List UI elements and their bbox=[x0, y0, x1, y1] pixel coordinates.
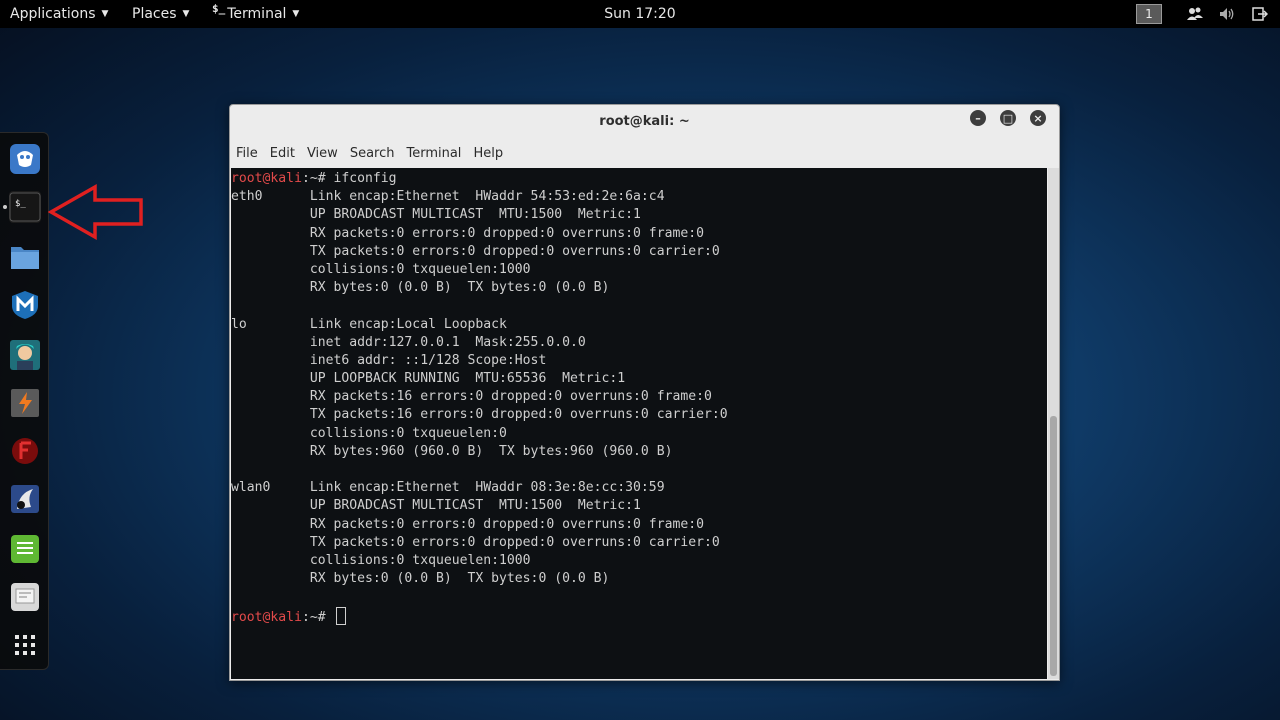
output-line: TX packets:0 errors:0 dropped:0 overruns… bbox=[231, 243, 720, 259]
top-bar: Applications ▼ Places ▼ $_ Terminal ▼ Su… bbox=[0, 0, 1280, 28]
terminal-window: root@kali: ~ – □ × File Edit View Search… bbox=[229, 104, 1060, 681]
faraday-icon[interactable] bbox=[9, 435, 41, 467]
files-icon[interactable] bbox=[9, 241, 41, 273]
armitage-icon[interactable] bbox=[9, 339, 41, 371]
command-line: root@kali:~# ifconfig bbox=[231, 170, 1047, 188]
menu-terminal[interactable]: Terminal bbox=[400, 143, 467, 167]
applications-label: Applications bbox=[10, 6, 96, 22]
terminal-app-label: Terminal bbox=[227, 6, 287, 22]
power-menu-icon[interactable] bbox=[1248, 3, 1270, 25]
output-line: UP LOOPBACK RUNNING MTU:65536 Metric:1 bbox=[231, 371, 626, 387]
output-line: RX packets:0 errors:0 dropped:0 overruns… bbox=[231, 516, 704, 532]
output-line: inet6 addr: ::1/128 Scope:Host bbox=[231, 352, 547, 368]
window-titlebar[interactable]: root@kali: ~ – □ × bbox=[230, 105, 1059, 141]
show-apps-icon[interactable] bbox=[9, 629, 41, 661]
kali-menu-icon[interactable] bbox=[9, 143, 41, 175]
output-line: wlan0 Link encap:Ethernet HWaddr 08:3e:8… bbox=[231, 480, 681, 496]
terminal-icon: $_ bbox=[212, 1, 226, 15]
output-line: RX packets:16 errors:0 dropped:0 overrun… bbox=[231, 389, 712, 405]
output-line: inet addr:127.0.0.1 Mask:255.0.0.0 bbox=[231, 334, 586, 350]
chevron-down-icon: ▼ bbox=[292, 9, 300, 19]
terminal-scrollbar[interactable] bbox=[1048, 168, 1059, 679]
places-label: Places bbox=[132, 6, 177, 22]
output-line: collisions:0 txqueuelen:0 bbox=[231, 425, 515, 441]
output-line: lo Link encap:Local Loopback bbox=[231, 316, 523, 332]
dock: $_ bbox=[0, 132, 49, 670]
maximize-icon: □ bbox=[1002, 111, 1014, 125]
output-line: TX packets:0 errors:0 dropped:0 overruns… bbox=[231, 534, 720, 550]
terminal-icon[interactable]: $_ bbox=[9, 191, 41, 223]
output-line: TX packets:16 errors:0 dropped:0 overrun… bbox=[231, 407, 728, 423]
menu-help[interactable]: Help bbox=[467, 143, 509, 167]
output-line: collisions:0 txqueuelen:1000 bbox=[231, 552, 539, 568]
maximize-button[interactable]: □ bbox=[1000, 110, 1016, 126]
prompt-suffix: :~# bbox=[301, 171, 334, 186]
places-menu[interactable]: Places ▼ bbox=[122, 0, 199, 28]
prompt-suffix: :~# bbox=[301, 609, 334, 625]
burpsuite-icon[interactable] bbox=[9, 387, 41, 419]
output-line: collisions:0 txqueuelen:1000 bbox=[231, 261, 539, 277]
scrollbar-thumb[interactable] bbox=[1050, 416, 1057, 676]
notes-icon[interactable] bbox=[9, 533, 41, 565]
annotation-arrow-icon bbox=[48, 184, 143, 240]
users-icon[interactable] bbox=[1184, 3, 1206, 25]
output-line: eth0 Link encap:Ethernet HWaddr 54:53:ed… bbox=[231, 189, 681, 205]
active-app-indicator bbox=[3, 205, 7, 209]
close-icon: × bbox=[1033, 111, 1043, 125]
menu-edit[interactable]: Edit bbox=[264, 143, 301, 167]
output-line: RX bytes:960 (960.0 B) TX bytes:960 (960… bbox=[231, 443, 673, 459]
command-text: ifconfig bbox=[333, 171, 397, 186]
maltego-icon[interactable] bbox=[9, 483, 41, 515]
prompt-user: root@kali bbox=[231, 609, 302, 625]
close-button[interactable]: × bbox=[1030, 110, 1046, 126]
menu-search[interactable]: Search bbox=[344, 143, 401, 167]
workspace-indicator[interactable]: 1 bbox=[1136, 4, 1162, 24]
menu-view[interactable]: View bbox=[301, 143, 344, 167]
metasploit-icon[interactable] bbox=[9, 289, 41, 321]
terminal-output[interactable]: root@kali:~# ifconfig eth0 Link encap:Et… bbox=[231, 168, 1047, 679]
window-title: root@kali: ~ bbox=[599, 114, 690, 129]
chevron-down-icon: ▼ bbox=[182, 9, 190, 19]
text-cursor bbox=[335, 606, 346, 625]
menu-file[interactable]: File bbox=[230, 143, 264, 167]
system-tray: 1 bbox=[1136, 0, 1280, 28]
app-icon[interactable] bbox=[9, 581, 41, 613]
minimize-icon: – bbox=[975, 111, 981, 125]
output-block: eth0 Link encap:Ethernet HWaddr 54:53:ed… bbox=[231, 188, 1047, 606]
output-line: RX packets:0 errors:0 dropped:0 overruns… bbox=[231, 225, 704, 241]
volume-icon[interactable] bbox=[1216, 3, 1238, 25]
output-line: UP BROADCAST MULTICAST MTU:1500 Metric:1 bbox=[231, 498, 641, 514]
svg-text:$_: $_ bbox=[15, 199, 26, 209]
terminal-app-menu[interactable]: $_ Terminal ▼ bbox=[202, 0, 309, 28]
applications-menu[interactable]: Applications ▼ bbox=[0, 0, 118, 28]
chevron-down-icon: ▼ bbox=[101, 9, 109, 19]
minimize-button[interactable]: – bbox=[970, 110, 986, 126]
output-line: RX bytes:0 (0.0 B) TX bytes:0 (0.0 B) bbox=[231, 571, 610, 587]
output-line: RX bytes:0 (0.0 B) TX bytes:0 (0.0 B) bbox=[231, 280, 610, 296]
current-prompt-line: root@kali:~# bbox=[231, 606, 1047, 625]
window-menubar: File Edit View Search Terminal Help bbox=[230, 143, 509, 167]
prompt-user: root@kali bbox=[231, 171, 302, 186]
output-line: UP BROADCAST MULTICAST MTU:1500 Metric:1 bbox=[231, 207, 641, 223]
